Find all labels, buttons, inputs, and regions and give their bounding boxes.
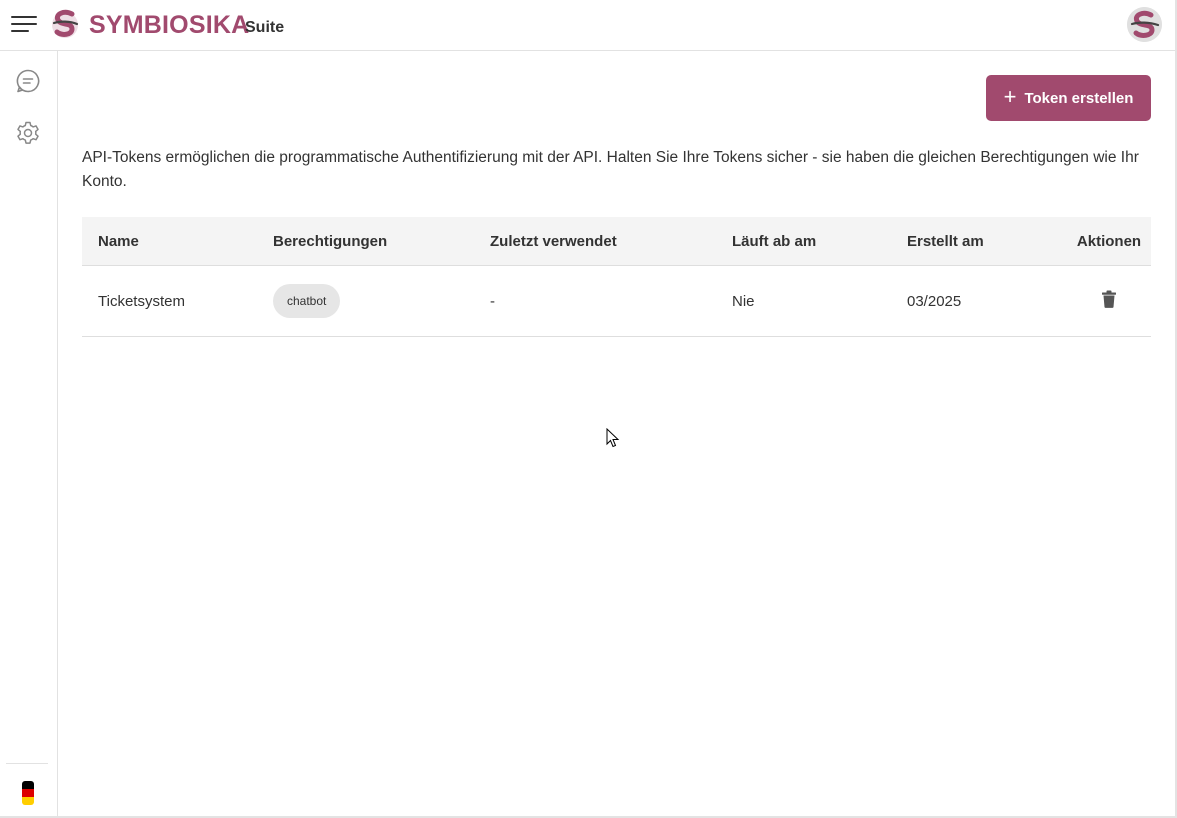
column-header-actions: Aktionen bbox=[1076, 232, 1142, 250]
create-token-label: Token erstellen bbox=[1024, 89, 1134, 107]
tokens-table: Name Berechtigungen Zuletzt verwendet Lä… bbox=[82, 217, 1151, 337]
table-header: Name Berechtigungen Zuletzt verwendet Lä… bbox=[82, 217, 1151, 266]
user-avatar-icon[interactable] bbox=[1127, 7, 1162, 42]
sidebar-divider bbox=[6, 763, 48, 764]
table-row: Ticketsystem chatbot - Nie 03/2025 bbox=[82, 266, 1151, 337]
brand-name: SYMBIOSIKA bbox=[89, 11, 250, 39]
actions-cell bbox=[1067, 290, 1151, 312]
column-header-permissions[interactable]: Berechtigungen bbox=[273, 233, 490, 250]
token-name: Ticketsystem bbox=[98, 292, 185, 310]
column-header-expires[interactable]: Läuft ab am bbox=[732, 233, 907, 250]
column-header-last-used[interactable]: Zuletzt verwendet bbox=[490, 233, 732, 250]
hamburger-menu-icon[interactable] bbox=[11, 14, 37, 34]
permissions-cell: chatbot bbox=[273, 284, 490, 318]
german-flag-icon[interactable] bbox=[22, 781, 34, 805]
create-token-button[interactable]: + Token erstellen bbox=[986, 75, 1151, 121]
top-header: SYMBIOSIKA Suite bbox=[0, 0, 1175, 51]
mouse-cursor-icon bbox=[606, 428, 620, 448]
column-header-created[interactable]: Erstellt am bbox=[907, 233, 1067, 250]
permission-chip: chatbot bbox=[273, 284, 341, 318]
chat-icon[interactable] bbox=[15, 68, 41, 94]
symbiosika-logo-icon[interactable] bbox=[50, 8, 80, 40]
brand-suffix: Suite bbox=[245, 19, 285, 36]
gear-icon[interactable] bbox=[15, 120, 41, 146]
plus-icon: + bbox=[1003, 84, 1017, 109]
created-value: 03/2025 bbox=[907, 292, 962, 310]
app-window: SYMBIOSIKA Suite + Token erstellen API-T… bbox=[0, 0, 1177, 818]
trash-icon[interactable] bbox=[1101, 290, 1117, 308]
page-description: API-Tokens ermöglichen die programmatisc… bbox=[82, 149, 1139, 190]
expires-value: Nie bbox=[732, 292, 755, 310]
last-used-value: - bbox=[490, 292, 495, 310]
sidebar bbox=[0, 51, 58, 816]
column-header-name[interactable]: Name bbox=[82, 233, 273, 250]
